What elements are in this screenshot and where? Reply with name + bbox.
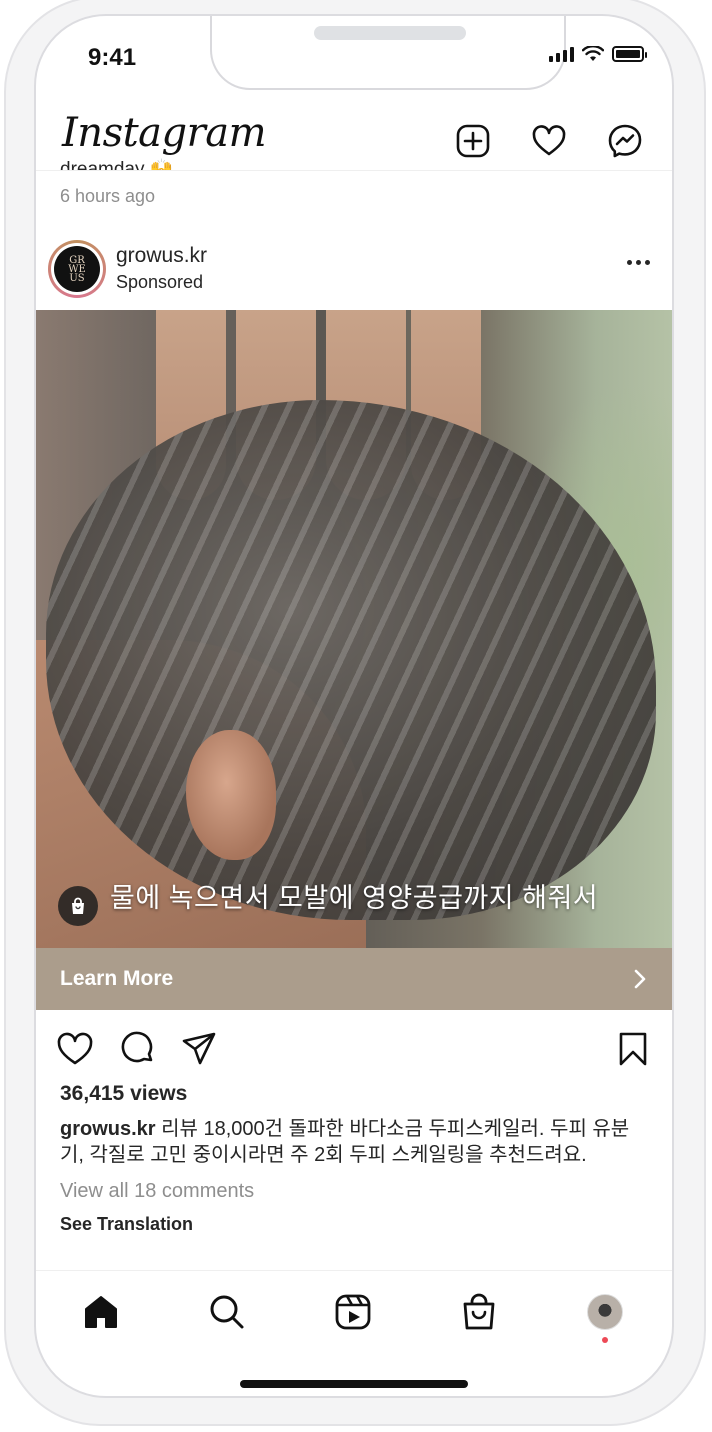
notch (210, 16, 566, 90)
header-divider (36, 170, 672, 171)
post-video[interactable]: 물에 녹으면서 모발에 영양공급까지 해줘서 (36, 310, 672, 948)
post-caption: growus.kr 리뷰 18,000건 돌파한 바다소금 두피스케일러. 두피… (60, 1116, 650, 1168)
instagram-logo[interactable]: Instagram (62, 110, 267, 156)
bookmark-icon[interactable] (614, 1030, 652, 1068)
chevron-right-icon (634, 969, 646, 989)
signal-icon (549, 46, 574, 62)
wifi-icon (582, 46, 604, 61)
reels-icon[interactable] (332, 1291, 374, 1333)
battery-icon (612, 46, 647, 62)
bottom-nav (36, 1270, 672, 1350)
status-icons (549, 46, 647, 62)
view-count: 36,415 views (60, 1082, 188, 1105)
search-icon[interactable] (206, 1291, 248, 1333)
shop-icon[interactable] (458, 1291, 500, 1333)
view-comments-link[interactable]: View all 18 comments (60, 1180, 254, 1203)
previous-post-time: 6 hours ago (60, 186, 156, 206)
lathered-hair (46, 400, 656, 920)
post-actions (36, 1026, 672, 1076)
post-avatar[interactable]: GR WE US (48, 240, 106, 298)
messenger-icon[interactable] (606, 122, 644, 160)
shopping-bag-icon[interactable] (58, 886, 98, 926)
brand-logo: GR WE US (54, 246, 100, 292)
caption-username[interactable]: growus.kr (60, 1118, 156, 1140)
learn-more-button[interactable]: Learn More (36, 948, 672, 1010)
home-indicator (240, 1380, 468, 1388)
ear-region (186, 730, 276, 860)
sponsored-label: Sponsored (116, 272, 204, 292)
comment-icon[interactable] (118, 1030, 156, 1068)
post-username[interactable]: growus.kr (116, 244, 207, 268)
more-options-icon[interactable] (627, 260, 650, 265)
profile-avatar[interactable] (584, 1291, 626, 1343)
like-heart-icon[interactable] (56, 1030, 94, 1068)
notification-dot (602, 1337, 608, 1343)
share-icon[interactable] (180, 1030, 218, 1068)
learn-more-label: Learn More (60, 967, 174, 990)
phone-screen: 9:41 Instagram dreamday 🙌 6 hours ago GR… (34, 14, 674, 1398)
see-translation-link[interactable]: See Translation (60, 1214, 193, 1235)
new-post-icon[interactable] (454, 122, 492, 160)
previous-post-caption: dreamday 🙌 (60, 159, 174, 170)
speaker-grille (314, 26, 466, 40)
status-time: 9:41 (88, 44, 137, 71)
video-subtitle: 물에 녹으면서 모발에 영양공급까지 해줘서 (110, 883, 599, 913)
home-icon[interactable] (80, 1291, 122, 1333)
heart-icon[interactable] (530, 122, 568, 160)
